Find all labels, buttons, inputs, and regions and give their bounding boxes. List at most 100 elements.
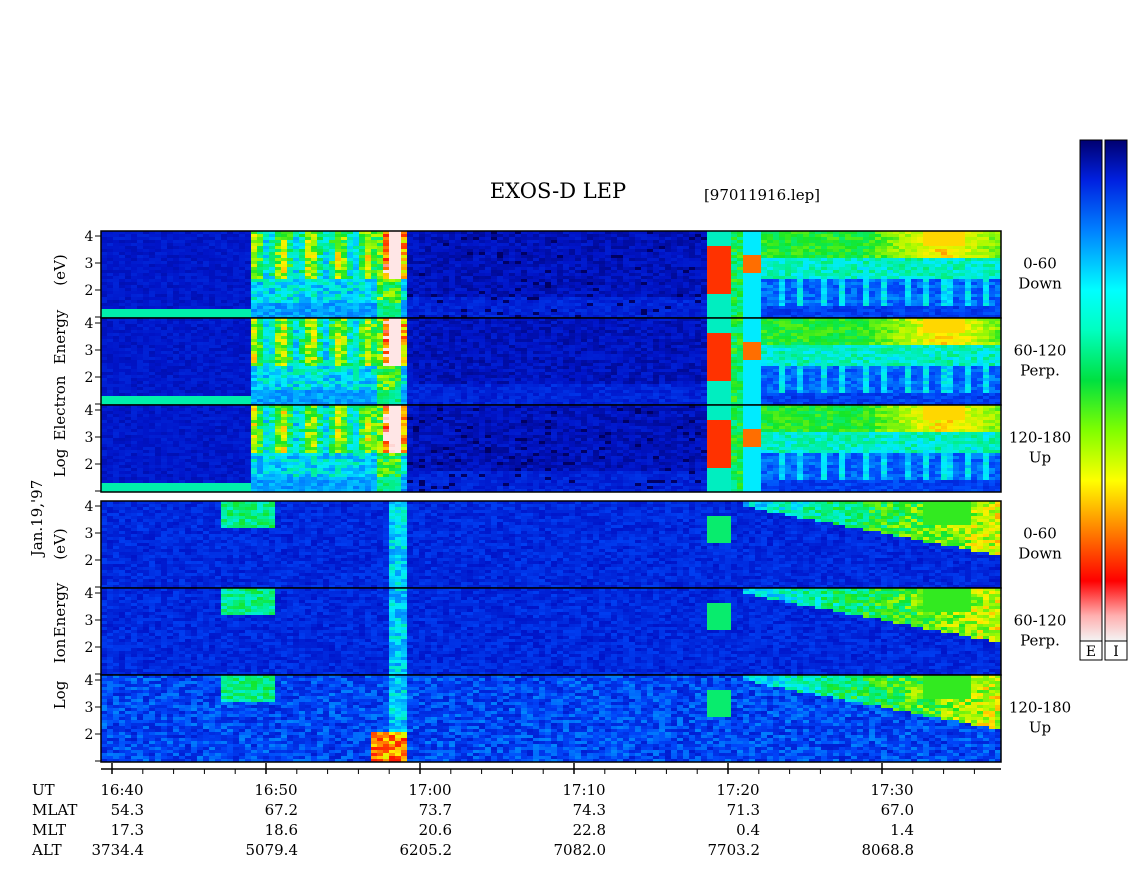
y-ticks: 2 3 4 — [85, 316, 101, 404]
ephemeris-mlat-value: 71.3 — [727, 801, 760, 819]
ephemeris-mlt-value: 0.4 — [736, 821, 760, 839]
color-scale-bars: EI — [1080, 140, 1127, 660]
y-tick-label: 3 — [85, 526, 94, 542]
y-tick-label: 3 — [85, 700, 94, 716]
heatmap-cells — [101, 675, 1001, 762]
direction-label: Down — [1018, 275, 1062, 293]
ephemeris-mlat-value: 73.7 — [419, 801, 452, 819]
date-label: Jan.19,'97 — [28, 480, 46, 558]
electron-panel-1: 2 3 4 — [85, 229, 1002, 318]
y-ticks: 2 3 4 — [85, 586, 101, 674]
pitch-range-label: 120-180 — [1009, 699, 1071, 717]
ephemeris-mlt-value: 17.3 — [111, 821, 144, 839]
energy-label-word: Energy — [51, 582, 69, 637]
colorbar-electron: E — [1080, 140, 1102, 660]
colorbar-ion: I — [1105, 140, 1127, 660]
y-tick-label: 3 — [85, 430, 94, 446]
heatmap-cells — [101, 405, 1001, 492]
ephemeris-alt-value: 7703.2 — [708, 841, 761, 859]
pitch-range-label: 0-60 — [1023, 255, 1057, 273]
y-tick-label: 3 — [85, 343, 94, 359]
y-tick-label: 2 — [85, 640, 94, 656]
electron-panel-2: 2 3 4 — [85, 316, 1002, 405]
spectrogram-panels: 2 3 4 2 3 4 2 3 4 2 3 4 2 3 4 2 3 4 — [85, 229, 1002, 762]
ephemeris-mlt-value: 20.6 — [419, 821, 452, 839]
colorbar-gradient — [1080, 140, 1102, 641]
ephemeris-row-label: UT — [32, 781, 55, 799]
y-tick-label: 3 — [85, 256, 94, 272]
colorbar-gradient — [1105, 140, 1127, 641]
y-tick-label: 4 — [85, 229, 94, 245]
pitch-range-label: 60-120 — [1014, 612, 1067, 630]
y-tick-label: 4 — [85, 586, 94, 602]
y-tick-label: 2 — [85, 457, 94, 473]
y-ticks: 2 3 4 — [85, 229, 101, 317]
ephemeris-alt-value: 7082.0 — [554, 841, 607, 859]
energy-label-word: Electron — [51, 375, 69, 440]
direction-label: Up — [1029, 449, 1051, 467]
ephemeris-mlt-value: 18.6 — [265, 821, 298, 839]
ephemeris-mlat-value: 67.2 — [265, 801, 298, 819]
energy-label-word: Log — [51, 680, 69, 709]
direction-label: Perp. — [1020, 632, 1060, 650]
ion-panel-2: 2 3 4 — [85, 586, 1002, 675]
ephemeris-ut-value: 17:10 — [562, 781, 605, 799]
ephemeris-ut-value: 17:20 — [716, 781, 759, 799]
heatmap-cells — [101, 501, 1001, 588]
energy-label-word: (eV) — [51, 528, 69, 559]
ephemeris-mlt-value: 22.8 — [573, 821, 606, 839]
y-ticks: 2 3 4 — [85, 403, 101, 491]
heatmap-cells — [101, 318, 1001, 405]
energy-axis-labels: LogElectronEnergy(eV)LogIonEnergy(eV) — [51, 254, 69, 709]
energy-label-word: Ion — [51, 638, 69, 663]
file-label: [97011916.lep] — [704, 186, 820, 204]
direction-label: Perp. — [1020, 362, 1060, 380]
ephemeris-alt-value: 3734.4 — [92, 841, 145, 859]
y-ticks: 2 3 4 — [85, 673, 101, 761]
ion-panel-1: 2 3 4 — [85, 499, 1002, 588]
pitch-range-label: 60-120 — [1014, 342, 1067, 360]
ephemeris-ut-value: 17:30 — [870, 781, 913, 799]
y-ticks: 2 3 4 — [85, 499, 101, 587]
y-tick-label: 2 — [85, 370, 94, 386]
ion-panel-3: 2 3 4 — [85, 673, 1002, 762]
energy-label-word: Log — [51, 448, 69, 477]
pitch-range-label: 0-60 — [1023, 525, 1057, 543]
ephemeris-mlat-value: 74.3 — [573, 801, 606, 819]
electron-panel-3: 2 3 4 — [85, 403, 1002, 492]
chart-title: EXOS-D LEP — [490, 179, 626, 203]
direction-label: Down — [1018, 545, 1062, 563]
direction-label: Up — [1029, 719, 1051, 737]
y-tick-label: 4 — [85, 403, 94, 419]
y-tick-label: 2 — [85, 553, 94, 569]
ephemeris-ut-value: 16:50 — [254, 781, 297, 799]
colorbar-label: E — [1086, 644, 1096, 660]
y-tick-label: 4 — [85, 673, 94, 689]
ephemeris-mlat-value: 67.0 — [881, 801, 914, 819]
y-tick-label: 4 — [85, 316, 94, 332]
energy-label-word: Energy — [51, 309, 69, 364]
ephemeris-alt-value: 8068.8 — [862, 841, 915, 859]
y-tick-label: 2 — [85, 283, 94, 299]
exos-d-lep-figure: EXOS-D LEP [97011916.lep] 2 3 4 2 3 4 2 3 4 2 3 4 2 3… — [0, 0, 1130, 875]
ephemeris-ut-value: 16:40 — [100, 781, 143, 799]
ephemeris-ut-value: 17:00 — [408, 781, 451, 799]
time-axis — [101, 763, 1001, 774]
heatmap-cells — [101, 588, 1001, 675]
pitch-angle-labels: 0-60 Down 60-120 Perp. 120-180 Up 0-60 Down 60-1… — [1009, 255, 1071, 737]
ephemeris-alt-value: 5079.4 — [246, 841, 299, 859]
ephemeris-row-label: ALT — [31, 841, 62, 859]
y-tick-label: 4 — [85, 499, 94, 515]
colorbar-label: I — [1113, 644, 1119, 660]
ephemeris-mlat-value: 54.3 — [111, 801, 144, 819]
y-tick-label: 2 — [85, 727, 94, 743]
ephemeris-row-label: MLT — [32, 821, 66, 839]
ephemeris-table: UT MLAT MLT ALT 16:40 54.3 17.3 3734.4 16:50 67.2… — [31, 781, 914, 859]
y-tick-label: 3 — [85, 613, 94, 629]
ephemeris-mlt-value: 1.4 — [890, 821, 914, 839]
pitch-range-label: 120-180 — [1009, 429, 1071, 447]
ephemeris-alt-value: 6205.2 — [400, 841, 453, 859]
energy-label-word: (eV) — [51, 254, 69, 285]
heatmap-cells — [101, 231, 1001, 318]
ephemeris-row-label: MLAT — [32, 801, 77, 819]
